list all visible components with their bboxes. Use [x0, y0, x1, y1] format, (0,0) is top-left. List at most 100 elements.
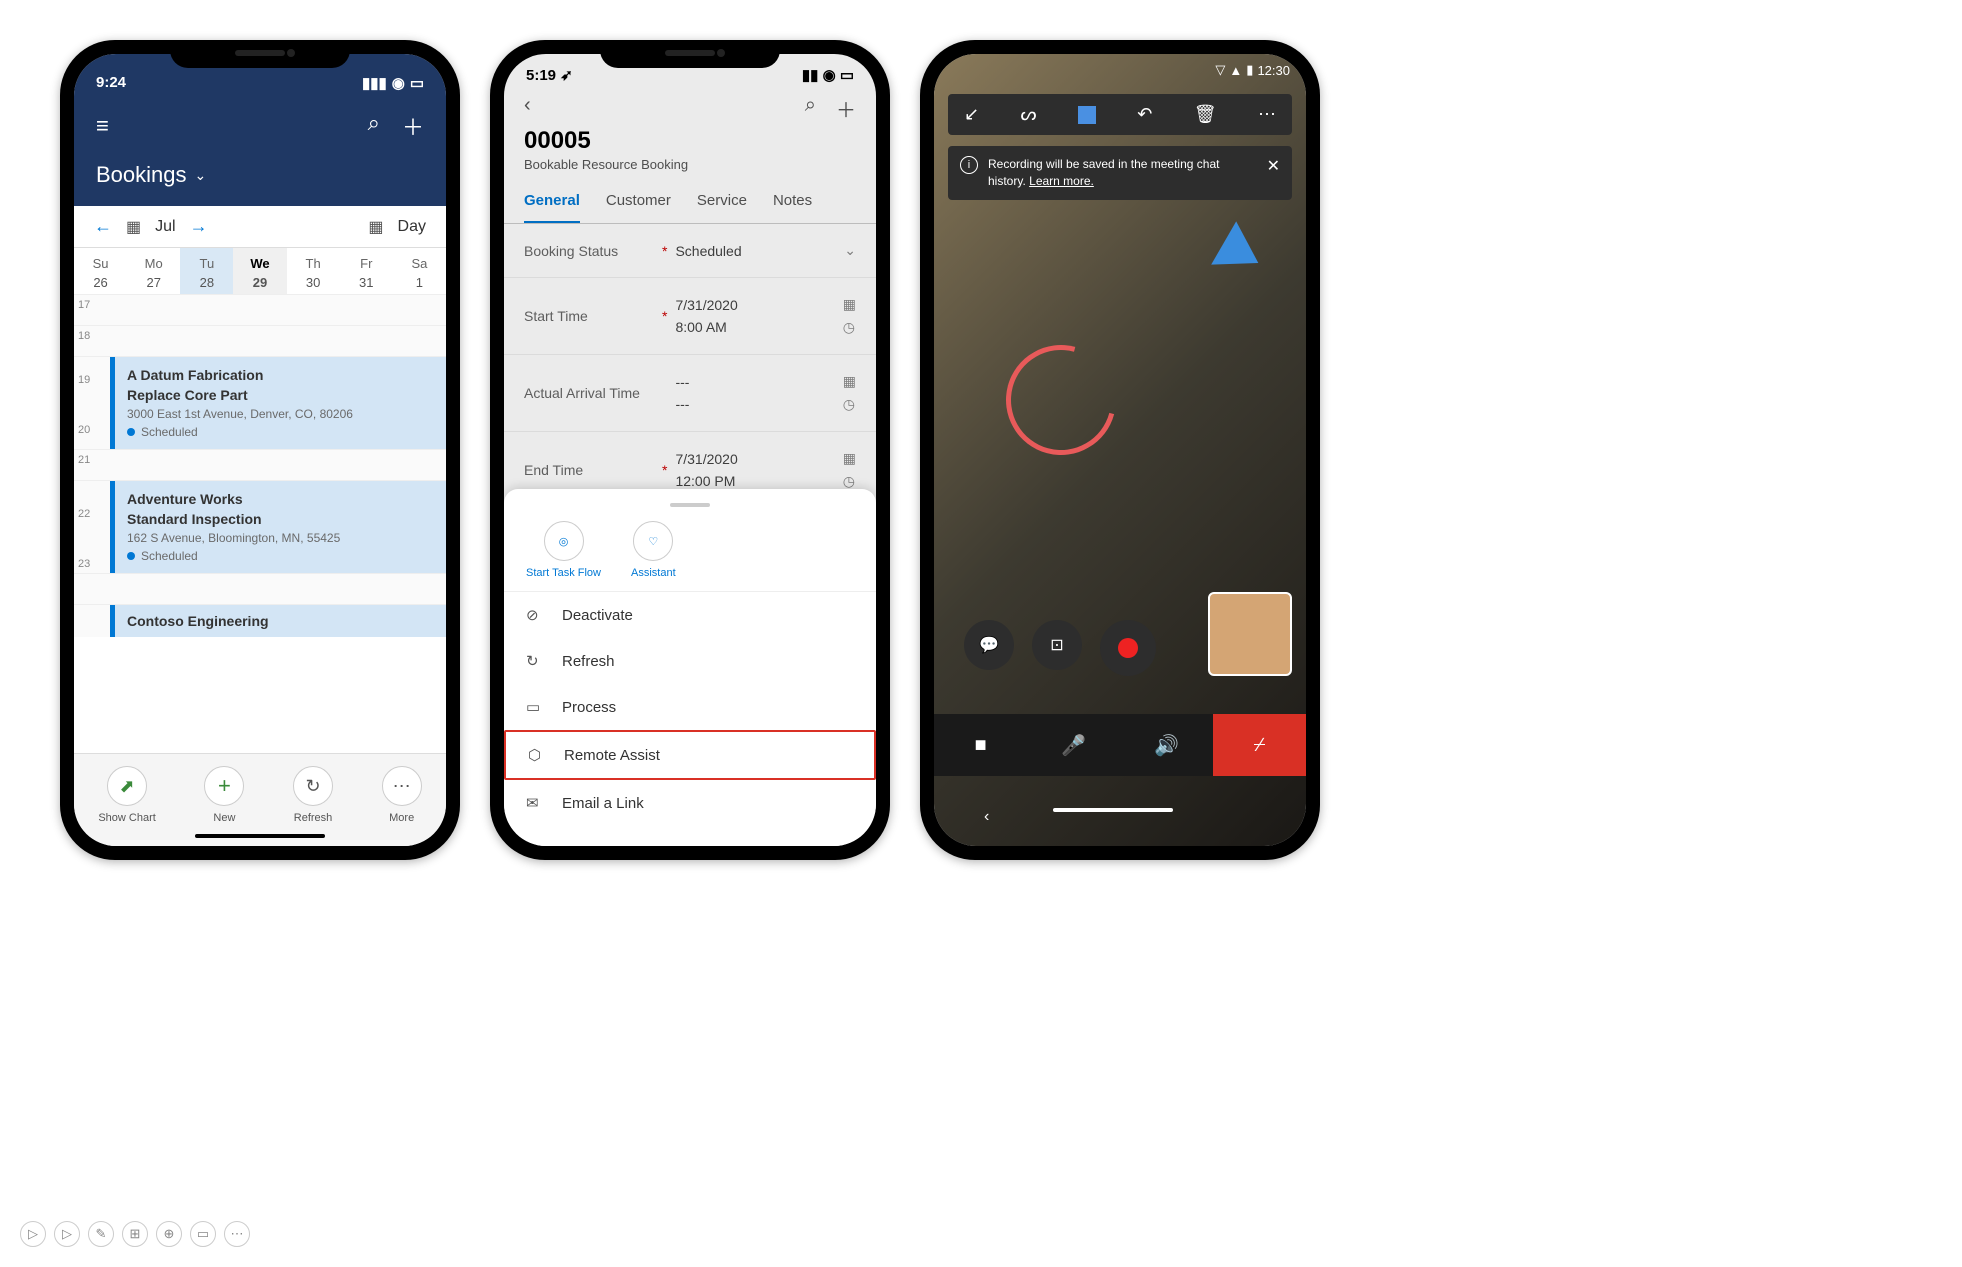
- clock-icon: ◷: [843, 467, 856, 490]
- task-flow-icon: ◎: [559, 535, 569, 548]
- status-icons: ▮▮▮ ◉ ▭: [362, 74, 424, 92]
- back-icon[interactable]: ‹: [524, 94, 531, 123]
- clock-icon: ◷: [843, 390, 856, 413]
- refresh-icon: ↻: [526, 652, 546, 670]
- menu-icon[interactable]: ≡: [96, 113, 109, 139]
- location-icon: ➶: [560, 67, 573, 84]
- doc-icon[interactable]: ▷: [20, 1221, 46, 1247]
- annotation-toolbar: ↙ ᔕ ↶ 🗑 ⋯: [948, 94, 1292, 135]
- mic-toggle[interactable]: 🎤: [1027, 714, 1120, 776]
- calendar-icon[interactable]: ▦: [368, 217, 383, 237]
- end-call-button[interactable]: ⌿: [1213, 714, 1306, 776]
- home-indicator: [195, 834, 325, 838]
- annotation-circle: [986, 325, 1136, 475]
- phone-bookings: 9:24 ▮▮▮ ◉ ▭ ≡ ⌕ ＋ Bookings ⌄: [60, 40, 460, 860]
- calendar-icon: ▦: [843, 296, 856, 313]
- refresh-action[interactable]: ↻Refresh: [504, 638, 876, 684]
- record-title: 00005: [504, 123, 876, 155]
- scan-button[interactable]: ⊡: [1032, 620, 1082, 670]
- bulb-icon: ♡: [648, 535, 658, 548]
- minimize-icon[interactable]: ↙: [964, 104, 979, 125]
- search-icon[interactable]: ⌕: [805, 94, 816, 123]
- next-arrow-icon[interactable]: →: [190, 216, 208, 237]
- record-icon: [1118, 638, 1138, 658]
- page-title[interactable]: Bookings ⌄: [74, 152, 446, 206]
- document-toolbar: ▷ ▷ ✎ ⊞ ⊕ ▭ ⋯: [20, 1221, 250, 1247]
- view-mode-label[interactable]: Day: [398, 218, 426, 236]
- status-bar: ▽ ▲ ▮ 12:30: [1215, 62, 1290, 78]
- tab-service[interactable]: Service: [697, 182, 747, 223]
- show-chart-button[interactable]: ⬈Show Chart: [98, 766, 155, 824]
- process-action[interactable]: ▭Process: [504, 684, 876, 730]
- deactivate-action[interactable]: ⊘Deactivate: [504, 592, 876, 638]
- deactivate-icon: ⊘: [526, 606, 546, 624]
- day-wednesday-selected[interactable]: We29: [233, 248, 286, 294]
- doc-icon[interactable]: ⊞: [122, 1221, 148, 1247]
- day-tuesday[interactable]: Tu28: [180, 248, 233, 294]
- record-button[interactable]: [1100, 620, 1156, 676]
- doc-icon[interactable]: ✎: [88, 1221, 114, 1247]
- status-time: 9:24: [96, 74, 126, 92]
- phone-remote-assist-call: ▽ ▲ ▮ 12:30 ↙ ᔕ ↶ 🗑 ⋯ i Recording will b…: [920, 40, 1320, 860]
- home-pill[interactable]: [1053, 808, 1173, 812]
- sheet-handle[interactable]: [670, 503, 710, 507]
- field-start-time[interactable]: Start Time* 7/31/20208:00 AM ▦◷: [504, 278, 876, 355]
- video-toggle[interactable]: ■: [934, 714, 1027, 776]
- field-actual-arrival[interactable]: Actual Arrival Time* ------ ▦◷: [504, 355, 876, 432]
- chevron-down-icon: ⌄: [195, 167, 207, 184]
- video-icon: ■: [974, 734, 986, 757]
- booking-event[interactable]: A Datum Fabrication Replace Core Part 30…: [110, 357, 446, 449]
- chat-button[interactable]: 💬: [964, 620, 1014, 670]
- doc-icon[interactable]: ▷: [54, 1221, 80, 1247]
- speaker-icon: 🔊: [1154, 733, 1179, 758]
- hangup-icon: ⌿: [1254, 734, 1266, 757]
- refresh-button[interactable]: ↻Refresh: [293, 766, 333, 824]
- wifi-icon: ◉: [392, 74, 405, 92]
- more-button[interactable]: ⋯More: [382, 766, 422, 824]
- annotation-arrow: [1212, 222, 1272, 285]
- start-task-flow-button[interactable]: ◎Start Task Flow: [526, 521, 601, 579]
- booking-event[interactable]: Adventure Works Standard Inspection 162 …: [110, 481, 446, 573]
- prev-arrow-icon[interactable]: ←: [94, 216, 112, 237]
- plus-icon: +: [218, 773, 231, 799]
- learn-more-link[interactable]: Learn more.: [1029, 174, 1094, 188]
- call-controls: ■ 🎤 🔊 ⌿: [934, 714, 1306, 776]
- tab-notes[interactable]: Notes: [773, 182, 812, 223]
- record-subtitle: Bookable Resource Booking: [504, 155, 876, 182]
- self-view[interactable]: [1208, 592, 1292, 676]
- doc-icon[interactable]: ▭: [190, 1221, 216, 1247]
- speaker-toggle[interactable]: 🔊: [1120, 714, 1213, 776]
- more-icon: ⋯: [393, 776, 411, 797]
- doc-icon[interactable]: ⋯: [224, 1221, 250, 1247]
- more-icon[interactable]: ⋯: [1258, 104, 1276, 125]
- undo-icon[interactable]: ↶: [1137, 104, 1152, 125]
- close-icon[interactable]: ✕: [1267, 156, 1280, 176]
- tab-general[interactable]: General: [524, 182, 580, 223]
- signal-icon: ▽: [1215, 62, 1225, 78]
- status-icons: ▮▮ ◉ ▭: [802, 66, 854, 84]
- doc-icon[interactable]: ⊕: [156, 1221, 182, 1247]
- wifi-icon: ▲: [1229, 63, 1242, 78]
- calendar-icon[interactable]: ▦: [126, 217, 141, 237]
- assistant-button[interactable]: ♡Assistant: [631, 521, 676, 579]
- scan-icon: ⊡: [1050, 635, 1063, 655]
- remote-assist-action[interactable]: ⬡Remote Assist: [504, 730, 876, 780]
- bottom-toolbar: ⬈Show Chart +New ↻Refresh ⋯More: [74, 753, 446, 846]
- mic-icon: 🎤: [1061, 733, 1086, 758]
- calendar-icon: ▦: [843, 450, 856, 467]
- tab-customer[interactable]: Customer: [606, 182, 671, 223]
- draw-icon[interactable]: ᔕ: [1020, 104, 1036, 125]
- back-icon[interactable]: ‹: [984, 808, 989, 826]
- search-icon[interactable]: ⌕: [368, 110, 380, 142]
- new-button[interactable]: +New: [204, 766, 244, 824]
- week-header: Su26 Mo27 Tu28 We29 Th30 Fr31 Sa1: [74, 248, 446, 294]
- android-nav: ‹: [934, 808, 1306, 826]
- field-booking-status[interactable]: Booking Status* Scheduled⌄: [504, 224, 876, 278]
- booking-event[interactable]: Contoso Engineering: [110, 605, 446, 637]
- email-link-action[interactable]: ✉Email a Link: [504, 780, 876, 826]
- status-bar: 9:24 ▮▮▮ ◉ ▭: [74, 74, 446, 92]
- add-icon[interactable]: ＋: [402, 110, 424, 142]
- delete-icon[interactable]: 🗑: [1194, 104, 1217, 125]
- add-icon[interactable]: ＋: [836, 94, 856, 123]
- color-picker[interactable]: [1078, 106, 1096, 124]
